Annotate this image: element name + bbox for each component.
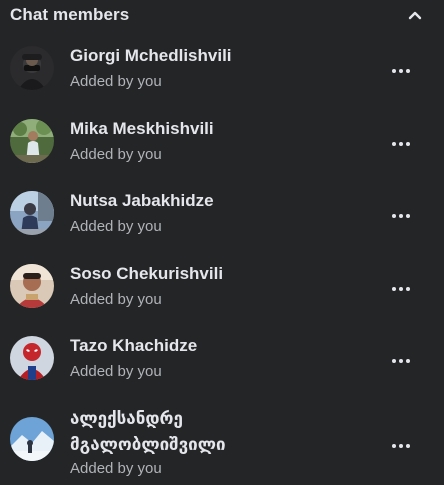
member-name[interactable]: Soso Chekurishvili: [70, 263, 360, 285]
member-subtitle: Added by you: [70, 459, 162, 477]
chat-members-header[interactable]: Chat members: [0, 0, 444, 30]
avatar[interactable]: [10, 191, 54, 235]
member-name[interactable]: Nutsa Jabakhidze: [70, 190, 360, 212]
member-subtitle: Added by you: [70, 290, 162, 308]
member-row[interactable]: Giorgi Mchedlishvili Added by you: [0, 30, 444, 103]
chevron-up-icon[interactable]: [406, 6, 424, 24]
more-horizontal-icon[interactable]: [388, 348, 414, 374]
avatar[interactable]: [10, 416, 54, 461]
member-name[interactable]: Mika Meskhishvili: [70, 118, 360, 140]
more-horizontal-icon[interactable]: [388, 58, 414, 84]
member-name[interactable]: ალექსანდრე მგალობლიშვილი: [70, 406, 270, 458]
more-horizontal-icon[interactable]: [388, 433, 414, 459]
more-horizontal-icon[interactable]: [388, 131, 414, 157]
member-row[interactable]: Mika Meskhishvili Added by you: [0, 103, 444, 176]
member-row[interactable]: Soso Chekurishvili Added by you: [0, 248, 444, 321]
member-subtitle: Added by you: [70, 363, 162, 380]
member-name[interactable]: Tazo Khachidze: [70, 335, 360, 357]
more-horizontal-icon[interactable]: [388, 276, 414, 302]
section-title: Chat members: [10, 5, 130, 24]
avatar[interactable]: [10, 336, 54, 380]
avatar[interactable]: [10, 46, 54, 90]
member-subtitle: Added by you: [70, 145, 162, 163]
member-subtitle: Added by you: [70, 218, 162, 235]
member-subtitle: Added by you: [70, 73, 162, 90]
member-row[interactable]: Tazo Khachidze Added by you: [0, 320, 444, 393]
more-horizontal-icon[interactable]: [388, 203, 414, 229]
avatar[interactable]: [10, 118, 54, 163]
chat-members-panel: Chat members Giorgi Mchedlishvili Added …: [0, 0, 444, 485]
members-list: Giorgi Mchedlishvili Added by you Mika M…: [0, 30, 444, 485]
member-row[interactable]: Nutsa Jabakhidze Added by you: [0, 175, 444, 248]
avatar[interactable]: [10, 263, 54, 308]
member-name[interactable]: Giorgi Mchedlishvili: [70, 45, 360, 67]
member-row[interactable]: ალექსანდრე მგალობლიშვილი Added by you: [0, 393, 444, 485]
